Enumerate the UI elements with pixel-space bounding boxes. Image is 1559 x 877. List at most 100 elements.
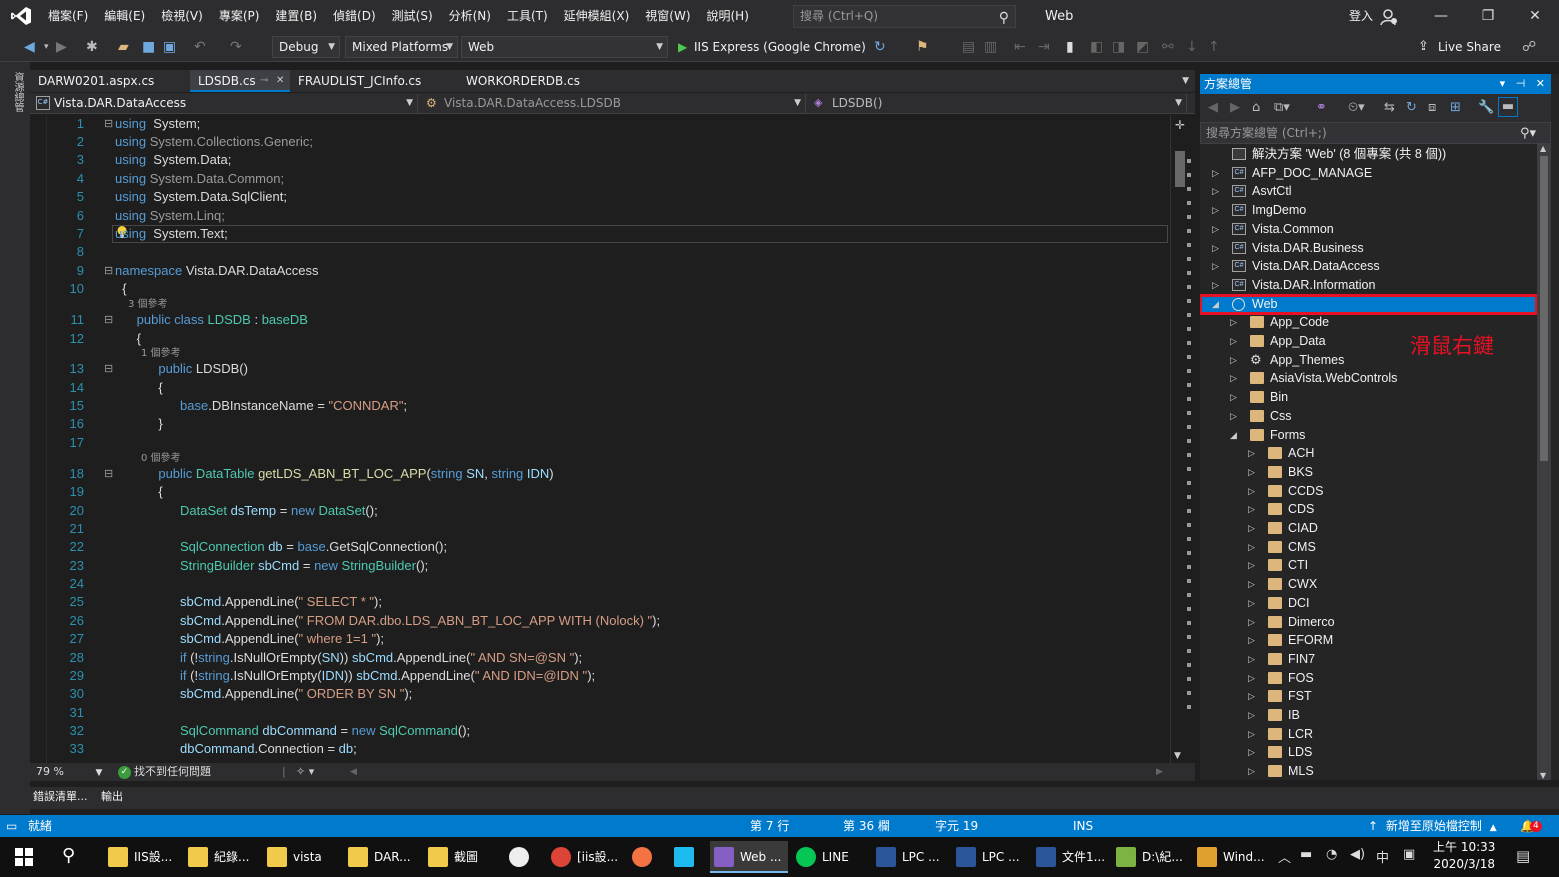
tree-node[interactable]: 解決方案 'Web' (8 個專案 (共 8 個)) [1200,145,1537,164]
battery-icon[interactable]: ▬ [1300,847,1312,862]
taskbar-app[interactable]: 紀錄... [184,841,262,873]
ime-mode-icon[interactable]: ▣ [1403,847,1415,862]
tree-node[interactable]: ▷ AsiaVista.WebControls [1200,369,1537,388]
properties-icon[interactable]: 🔧 [1478,100,1494,115]
tree-node[interactable]: ▷ ACH [1200,444,1537,463]
expand-arrow-icon[interactable]: ▷ [1230,332,1237,351]
menu-item[interactable]: 工具(T) [499,0,556,33]
tree-node[interactable]: ▷ FST [1200,687,1537,706]
volume-icon[interactable]: ◀) [1350,847,1365,862]
home-icon[interactable]: ⌂ [1252,100,1260,115]
menu-item[interactable]: 說明(H) [699,0,757,33]
expand-arrow-icon[interactable]: ▷ [1248,444,1255,463]
issues-indicator[interactable]: ✓ 找不到任何問題 [118,763,211,781]
expand-arrow-icon[interactable]: ▷ [1248,594,1255,613]
restore-icon[interactable]: ❐ [1465,0,1511,33]
project-nav-select[interactable]: C# Vista.DAR.DataAccess ▼ [30,94,418,113]
tree-node[interactable]: ▷ C# ImgDemo [1200,201,1537,220]
tree-node[interactable]: ▷ CCDS [1200,482,1537,501]
collapse-arrow-icon[interactable]: ◢ [1230,426,1237,445]
pin-icon[interactable]: ⊸ [260,70,268,92]
taskbar-app[interactable]: LINE [792,841,870,873]
close-tab-icon[interactable]: ✕ [276,70,284,92]
tab-error-list[interactable]: 錯誤清單... [33,787,88,807]
tree-node[interactable]: ▷ C# AFP_DOC_MANAGE [1200,164,1537,183]
scroll-down-icon[interactable]: ▼ [1540,771,1546,780]
tree-node[interactable]: ▷ DCI [1200,594,1537,613]
tree-node-web-selected[interactable]: ◢ Web [1200,293,1537,315]
bookmark-icon[interactable]: ▮ [1066,39,1074,55]
taskbar-search-icon[interactable]: ⚲ [62,845,75,866]
platform-select[interactable]: Mixed Platforms ▼ [345,36,458,58]
run-button[interactable]: ▶ IIS Express (Google Chrome) [676,36,866,58]
action-center-icon[interactable]: ▤ [1516,847,1530,865]
menu-item[interactable]: 專案(P) [211,0,268,33]
uncomment-icon[interactable]: ▥ [984,39,997,55]
codelens-references[interactable]: 0 個參考 [30,452,1170,465]
tree-node[interactable]: ▷ LCR [1200,725,1537,744]
expand-arrow-icon[interactable]: ▷ [1248,706,1255,725]
scroll-up-icon[interactable]: ▲ [1540,144,1546,153]
source-control-button[interactable]: ↑ 新增至原始檔控制 ▲ [1368,815,1497,839]
tree-node[interactable]: ▷ CWX [1200,575,1537,594]
comment-icon[interactable]: ▤ [962,39,975,55]
menu-item[interactable]: 測試(S) [384,0,441,33]
redo-icon[interactable]: ↷ [230,39,242,55]
menu-item[interactable]: 檢視(V) [153,0,211,33]
menu-item[interactable]: 偵錯(D) [325,0,384,33]
expand-arrow-icon[interactable]: ▷ [1248,687,1255,706]
back-dropdown-icon[interactable]: ▾ [44,39,49,55]
expand-arrow-icon[interactable]: ▷ [1248,575,1255,594]
refresh-icon[interactable]: ↻ [874,39,886,55]
tab-workorderdb[interactable]: WORKORDERDB.cs [458,70,628,92]
expand-arrow-icon[interactable]: ▷ [1248,500,1255,519]
taskbar-app[interactable]: [iis設... [547,841,625,873]
tree-node[interactable]: ◢ Forms [1200,426,1537,445]
tree-node[interactable]: ▷ C# AsvtCtl [1200,182,1537,201]
expand-arrow-icon[interactable]: ▷ [1248,556,1255,575]
new-project-icon[interactable]: ✱ [86,39,98,55]
expand-arrow-icon[interactable]: ▷ [1248,538,1255,557]
expand-arrow-icon[interactable]: ▷ [1212,276,1219,295]
solution-search-input[interactable]: 搜尋方案總管 (Ctrl+;) ⚲▾ [1200,122,1551,144]
fold-toggle-icon[interactable]: ⊟ [104,311,113,329]
expand-arrow-icon[interactable]: ▷ [1212,239,1219,258]
taskbar-app[interactable]: 截圖 [424,841,502,873]
fold-toggle-icon[interactable]: ⊟ [104,360,113,378]
expand-arrow-icon[interactable]: ▷ [1230,388,1237,407]
tree-node[interactable]: ▷ CDS [1200,500,1537,519]
server-explorer-tab[interactable]: 資源總管 [9,72,23,112]
minimize-icon[interactable]: — [1418,0,1464,33]
clear-bookmarks-icon[interactable]: ◩ [1136,39,1149,55]
expand-arrow-icon[interactable]: ▷ [1248,463,1255,482]
tree-node[interactable]: ▷ C# Vista.Common [1200,220,1537,239]
windows-start-icon[interactable] [14,847,34,867]
network-icon[interactable]: ◔ [1326,847,1337,862]
notifications-button[interactable]: 🔔 4 [1520,815,1542,837]
pending-changes-icon[interactable]: ⚭ [1316,100,1327,115]
taskbar-app[interactable]: 文件1... [1032,841,1110,873]
menu-item[interactable]: 延伸模組(X) [556,0,638,33]
tree-node[interactable]: ▷ Css [1200,407,1537,426]
expand-arrow-icon[interactable]: ▷ [1248,631,1255,650]
tree-vertical-scrollbar[interactable]: ▲ ▼ [1537,144,1551,780]
refresh-icon[interactable]: ↻ [1406,100,1417,115]
expand-arrow-icon[interactable]: ▷ [1248,743,1255,762]
member-nav-select[interactable]: ◈ LDSDB() ▼ [808,94,1187,113]
tree-node[interactable]: ▷ BKS [1200,463,1537,482]
taskbar-app[interactable]: IIS設... [104,841,182,873]
collapse-arrow-icon[interactable]: ◢ [1212,295,1219,314]
expand-arrow-icon[interactable]: ▷ [1212,257,1219,276]
expand-arrow-icon[interactable]: ▷ [1230,407,1237,426]
tree-node[interactable]: ▷ LDS [1200,743,1537,762]
expand-arrow-icon[interactable]: ▷ [1248,725,1255,744]
tree-node[interactable]: ▷ Dimerco [1200,613,1537,632]
taskbar-app[interactable]: vista [263,841,341,873]
back-icon[interactable]: ◀ [24,39,35,55]
expand-arrow-icon[interactable]: ▷ [1248,613,1255,632]
tab-ldsdb[interactable]: LDSDB.cs ⊸ ✕ [190,70,290,92]
collapse-all-icon[interactable]: ⧈ [1428,100,1436,115]
visual-studio-logo-icon[interactable] [10,6,32,26]
tree-node[interactable]: ▷ FIN7 [1200,650,1537,669]
forward-icon[interactable]: ▶ [56,39,67,55]
